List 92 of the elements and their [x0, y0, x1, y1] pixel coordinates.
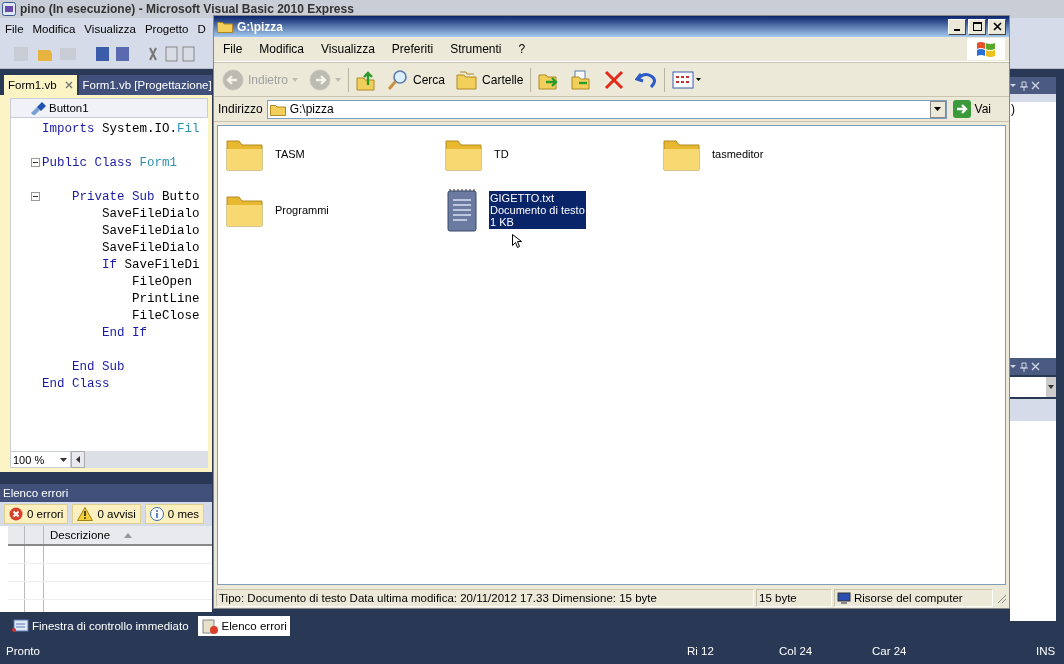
menu-item[interactable]: Modifica	[32, 23, 76, 35]
window-title: pino (In esecuzione) - Microsoft Visual Basic 2010 Express	[20, 2, 354, 16]
code-line: SaveFileDialo	[101, 240, 200, 255]
panel-tab[interactable]: Finestra di controllo immediato	[8, 616, 192, 636]
filter-button[interactable]: 0 errori	[4, 504, 69, 524]
computer-icon	[837, 591, 851, 605]
file-label[interactable]: TASM	[274, 147, 306, 161]
sort-arrow-icon	[124, 532, 133, 538]
toolbar-button[interactable]: Cerca	[383, 66, 450, 93]
maximize-button[interactable]	[968, 18, 986, 35]
filter-button[interactable]: 0 avvisi	[72, 504, 141, 524]
zoom-dropdown[interactable]: 100 %	[10, 451, 71, 468]
file-label[interactable]: tasmeditor	[711, 147, 765, 161]
menu-item[interactable]: Progetto	[144, 23, 189, 35]
app-icon	[2, 2, 16, 16]
panel-toolbar	[1010, 399, 1056, 421]
code-line: End If	[101, 325, 148, 340]
error-icon	[9, 507, 23, 521]
status-zone: Risorse del computer	[834, 589, 993, 607]
panel-text: )	[1010, 102, 1015, 116]
code-line: Imports System.IO.Fil	[42, 121, 200, 136]
folder-icon[interactable]	[226, 137, 264, 171]
code-line: FileClose	[131, 308, 200, 323]
code-line: Public Class Form1	[42, 155, 178, 170]
toolbar-button[interactable]: Cartelle	[452, 67, 528, 92]
file-label[interactable]: TD	[493, 147, 510, 161]
go-button[interactable]: Vai	[950, 100, 1005, 118]
collapse-icon[interactable]	[31, 192, 40, 201]
folder-icon	[269, 102, 286, 116]
warning-icon	[77, 507, 94, 521]
code-line: FileOpen	[131, 274, 193, 289]
code-line: If SaveFileDi	[101, 257, 200, 272]
menu-item[interactable]: Strumenti	[450, 42, 502, 56]
maximize-icon	[972, 22, 982, 31]
arrow-right-icon	[952, 100, 971, 118]
code-line: SaveFileDialo	[101, 206, 200, 221]
window-title: G:\pizza	[237, 19, 284, 34]
status-size: 15 byte	[756, 589, 832, 607]
file-label[interactable]: Programmi	[274, 203, 330, 217]
char-indicator: Car 24	[872, 645, 908, 657]
horizontal-scrollbar[interactable]	[71, 451, 208, 468]
code-line: SaveFileDialo	[101, 223, 200, 238]
panel-tab[interactable]: Elenco errori	[197, 616, 290, 636]
document-tab[interactable]: Form1.vb [Progettazione]	[78, 75, 212, 95]
scroll-left-arrow-icon[interactable]	[76, 456, 80, 463]
close-icon[interactable]	[64, 81, 73, 89]
column-indicator: Col 24	[779, 645, 814, 657]
text-document-icon[interactable]	[445, 188, 479, 232]
panel-title: Elenco errori	[0, 484, 212, 502]
insert-mode-indicator: INS	[1036, 645, 1057, 657]
window-icon	[11, 619, 29, 633]
menu-item[interactable]: File	[5, 23, 24, 35]
address-label: Indirizzo	[218, 102, 263, 116]
address-field[interactable]: G:\pizza	[266, 99, 947, 119]
minimize-button[interactable]	[948, 18, 966, 35]
menu-item[interactable]: Visualizza	[84, 23, 136, 35]
views-icon	[672, 69, 703, 90]
code-line: End Class	[42, 376, 110, 391]
code-line: Private Sub Butto	[71, 189, 200, 204]
menu-item[interactable]: ?	[518, 42, 526, 56]
resize-grip-icon[interactable]	[995, 592, 1007, 604]
delete-icon	[604, 69, 625, 90]
mouse-cursor-icon	[512, 234, 522, 248]
filter-button[interactable]: 0 mes	[144, 504, 205, 524]
dropdown-arrow-icon[interactable]	[60, 457, 67, 462]
folder-icon	[456, 69, 479, 90]
dropdown-arrow-icon[interactable]	[1048, 385, 1054, 389]
menu-item[interactable]: Modifica	[259, 42, 305, 56]
folder-icon[interactable]	[226, 193, 264, 227]
member-dropdown[interactable]: Button1	[10, 98, 208, 118]
code-line: End Sub	[71, 359, 125, 374]
minimize-icon	[954, 28, 960, 31]
close-icon	[992, 22, 1002, 31]
menu-item[interactable]: File	[223, 42, 243, 56]
menu-item[interactable]: Visualizza	[321, 42, 375, 56]
collapse-icon[interactable]	[31, 158, 40, 167]
search-icon	[387, 68, 410, 91]
line-indicator: Ri 12	[687, 645, 715, 657]
close-button[interactable]	[988, 18, 1006, 35]
menu-item[interactable]: Preferiti	[391, 42, 434, 56]
clipboard-error-icon	[200, 618, 219, 634]
document-tab[interactable]: Form1.vb	[4, 75, 77, 95]
status-text: Pronto	[6, 645, 40, 657]
component-icon	[29, 101, 47, 115]
status-text: Tipo: Documento di testo Data ultima modifica: 20/11/2012 17.33 Dimensione: 15 byte	[216, 589, 754, 607]
menu-item[interactable]: D	[197, 23, 206, 35]
folder-icon[interactable]	[445, 137, 483, 171]
folder-icon[interactable]	[663, 137, 701, 171]
file-label[interactable]: GIGETTO.txt Documento di testo 1 KB	[489, 191, 586, 229]
info-icon	[149, 507, 164, 521]
code-line: PrintLine	[131, 291, 200, 306]
folder-icon	[217, 20, 233, 33]
